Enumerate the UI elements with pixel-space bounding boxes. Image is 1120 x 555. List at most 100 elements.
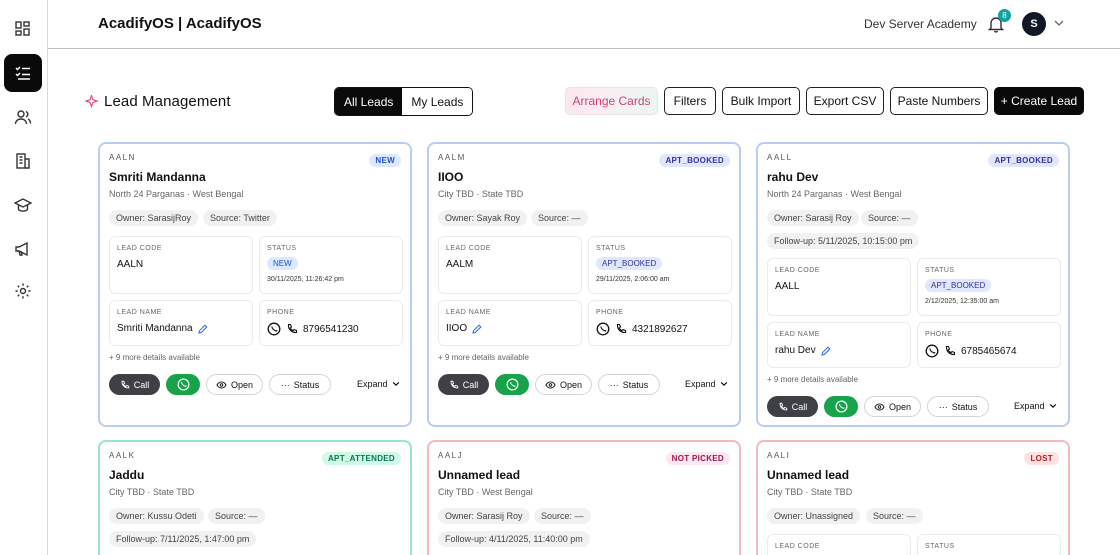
whatsapp-icon[interactable] — [267, 322, 281, 336]
list-check-icon — [15, 66, 30, 80]
status-badge: APT_ATTENDED — [321, 452, 401, 465]
source-chip: Source: Twitter — [203, 210, 277, 226]
status-timestamp: 30/11/2025, 11:26:42 pm — [267, 276, 344, 283]
lead-card[interactable]: AALN NEW Smriti Mandanna North 24 Pargan… — [98, 142, 412, 427]
more-details-link[interactable]: + 9 more details available — [109, 353, 200, 362]
field-label: LEAD NAME — [117, 309, 162, 316]
follow-up-chip: Follow-up: 5/11/2025, 10:15:00 pm — [767, 233, 920, 249]
my-leads-tab[interactable]: My Leads — [402, 88, 473, 115]
eye-icon — [874, 403, 885, 410]
open-button[interactable]: Open — [864, 396, 921, 417]
paste-numbers-button[interactable]: Paste Numbers — [890, 87, 988, 115]
field-label: LEAD CODE — [775, 267, 820, 274]
follow-up-chip: Follow-up: 4/11/2025, 11:40:00 pm — [438, 531, 590, 547]
expand-label: Expand — [685, 379, 716, 389]
pencil-icon[interactable] — [472, 323, 482, 334]
lead-card[interactable]: AALM APT_BOOKED IIOO City TBD · State TB… — [427, 142, 741, 427]
field-label: LEAD CODE — [117, 245, 162, 252]
whatsapp-icon — [835, 400, 847, 413]
field-label: LEAD CODE — [775, 543, 820, 550]
whatsapp-button[interactable] — [824, 396, 858, 417]
status-badge: NEW — [369, 154, 401, 167]
call-button[interactable]: Call — [438, 374, 489, 395]
phone-number: 8796541230 — [303, 323, 359, 335]
status-field: STATUS APT_BOOKED 29/11/2025, 2:06:00 am — [588, 236, 732, 294]
status-field: STATUS — [917, 534, 1061, 555]
call-button[interactable]: Call — [767, 396, 818, 417]
more-details-link[interactable]: + 9 more details available — [438, 353, 529, 362]
filters-button[interactable]: Filters — [664, 87, 716, 115]
status-button[interactable]: ··· Status — [598, 374, 660, 395]
phone-icon[interactable] — [944, 345, 956, 357]
phone-icon[interactable] — [615, 323, 627, 335]
lead-name: Jaddu — [109, 468, 145, 482]
sidebar-item-campaigns[interactable] — [4, 230, 42, 268]
expand-button[interactable]: Expand — [685, 379, 728, 389]
open-button[interactable]: Open — [535, 374, 592, 395]
org-name[interactable]: Dev Server Academy — [864, 17, 977, 31]
notification-badge: 8 — [998, 9, 1011, 22]
status-button[interactable]: ··· Status — [269, 374, 331, 395]
whatsapp-icon — [177, 378, 189, 391]
status-button[interactable]: ··· Status — [927, 396, 989, 417]
top-header: AcadifyOS | AcadifyOS Dev Server Academy… — [48, 0, 1120, 49]
lead-name-value: Smriti Mandanna — [117, 323, 193, 334]
whatsapp-icon[interactable] — [596, 322, 610, 336]
whatsapp-icon[interactable] — [925, 344, 939, 358]
bulk-import-button[interactable]: Bulk Import — [722, 87, 800, 115]
sidebar-item-dashboard[interactable] — [4, 10, 42, 48]
lead-card[interactable]: AALI LOST Unnamed lead City TBD · State … — [756, 440, 1070, 555]
chevron-down-icon — [392, 381, 399, 387]
lead-code-field: LEAD CODE — [767, 534, 911, 555]
phone-field: PHONE 8796541230 — [259, 300, 403, 346]
export-csv-button[interactable]: Export CSV — [806, 87, 884, 115]
expand-button[interactable]: Expand — [357, 379, 400, 389]
pencil-icon[interactable] — [197, 323, 208, 334]
status-timestamp: 29/11/2025, 2:06:00 am — [596, 276, 670, 283]
lead-card[interactable]: AALK APT_ATTENDED Jaddu City TBD · State… — [98, 440, 412, 555]
sidebar-item-institutions[interactable] — [4, 142, 42, 180]
lead-name: Unnamed lead — [438, 468, 521, 482]
grid-icon — [15, 21, 30, 36]
field-value: Smriti Mandanna — [117, 323, 208, 334]
lead-card[interactable]: AALJ NOT PICKED Unnamed lead City TBD · … — [427, 440, 741, 555]
call-button[interactable]: Call — [109, 374, 160, 395]
field-value: AALN — [117, 259, 144, 270]
whatsapp-button[interactable] — [166, 374, 200, 395]
sidebar-item-academics[interactable] — [4, 186, 42, 224]
create-lead-button[interactable]: + Create Lead — [994, 87, 1084, 115]
avatar[interactable]: S — [1022, 12, 1046, 36]
sidebar-item-settings[interactable] — [4, 272, 42, 310]
source-chip: Source: — — [861, 210, 918, 226]
lead-name-field: LEAD NAME IIOO — [438, 300, 582, 346]
field-label: STATUS — [596, 245, 626, 252]
lead-card[interactable]: AALL APT_BOOKED rahu Dev North 24 Pargan… — [756, 142, 1070, 427]
expand-button[interactable]: Expand — [1014, 401, 1057, 411]
whatsapp-button[interactable] — [495, 374, 529, 395]
arrange-cards-button[interactable]: Arrange Cards — [565, 87, 658, 115]
chevron-down-icon — [1049, 403, 1056, 409]
building-icon — [16, 153, 30, 169]
field-value: rahu Dev — [775, 345, 831, 356]
field-value: IIOO — [446, 323, 482, 334]
source-chip: Source: — — [531, 210, 588, 226]
open-label: Open — [888, 401, 912, 412]
sidebar-item-leads[interactable] — [4, 54, 42, 92]
phone-icon[interactable] — [286, 323, 298, 335]
status-pill: NEW — [267, 257, 298, 270]
lead-location: City TBD · State TBD — [109, 487, 195, 497]
more-details-link[interactable]: + 9 more details available — [767, 375, 858, 384]
lead-code-small: AALI — [767, 451, 791, 460]
all-leads-tab[interactable]: All Leads — [335, 88, 403, 115]
pencil-icon[interactable] — [820, 345, 831, 356]
phone-icon — [121, 380, 129, 388]
status-badge: APT_BOOKED — [659, 154, 730, 167]
chevron-down-icon[interactable] — [1053, 17, 1065, 29]
lead-code-small: AALN — [109, 153, 136, 162]
sidebar-item-users[interactable] — [4, 98, 42, 136]
source-chip: Source: — — [534, 508, 591, 524]
phone-icon — [779, 402, 787, 410]
status-label: Status — [293, 379, 320, 390]
phone-icon — [450, 380, 458, 388]
open-button[interactable]: Open — [206, 374, 263, 395]
